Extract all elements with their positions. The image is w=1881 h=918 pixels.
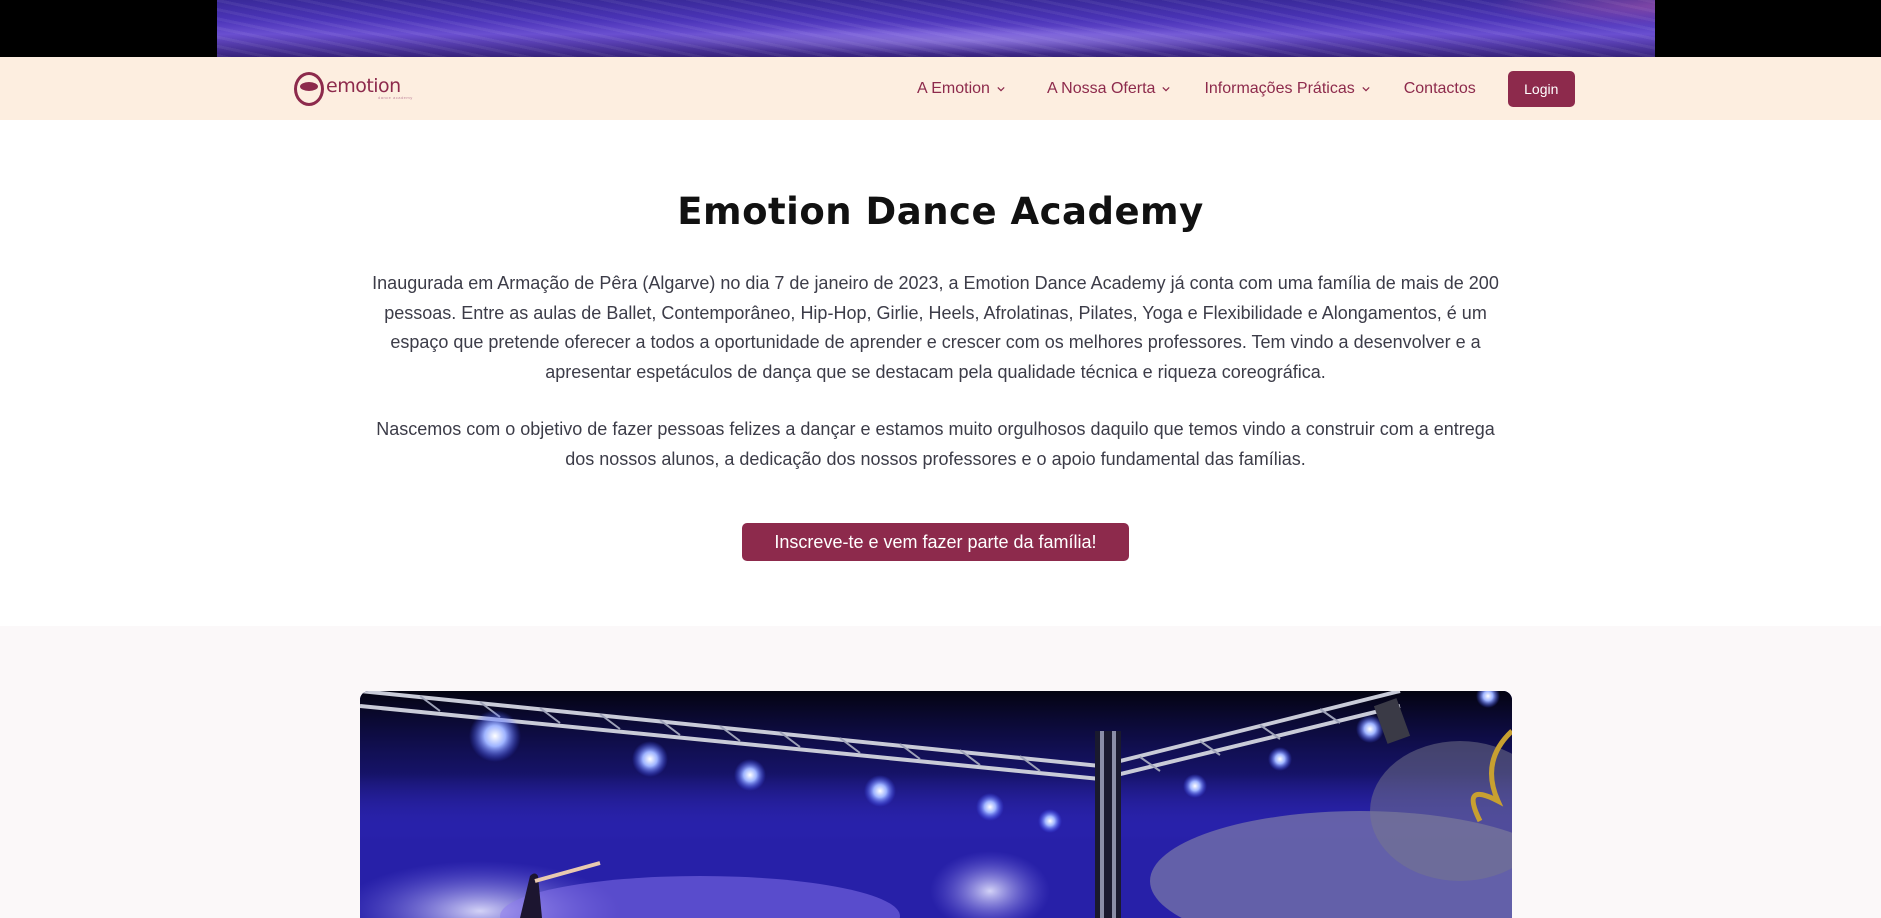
nav-item-label: Informações Práticas — [1204, 79, 1355, 97]
logo[interactable]: emotion — [294, 70, 419, 108]
stage-illustration — [360, 691, 1512, 918]
intro-paragraph: Inaugurada em Armação de Pêra (Algarve) … — [372, 273, 1499, 382]
nav-item-informacoes-praticas[interactable]: Informações Práticas — [1204, 79, 1370, 98]
chevron-down-icon — [1362, 86, 1370, 91]
main-nav: A Emotion A Nossa Oferta Informações Prá… — [917, 57, 1575, 120]
hero-image — [217, 0, 1655, 57]
nav-item-a-nossa-oferta[interactable]: A Nossa Oferta — [1047, 80, 1171, 98]
nav-item-label: A Emotion — [917, 79, 990, 97]
mission-paragraph: Nascemos com o objetivo de fazer pessoas… — [376, 419, 1495, 469]
nav-item-contactos[interactable]: Contactos — [1404, 80, 1476, 98]
chevron-down-icon — [1162, 86, 1171, 91]
logo-icon — [294, 72, 324, 106]
login-button[interactable]: Login — [1507, 70, 1575, 107]
page-title: Emotion Dance Academy — [677, 190, 1204, 233]
nav-item-label: Contactos — [1403, 79, 1476, 97]
stage-photo — [360, 691, 1512, 918]
chevron-down-icon — [997, 86, 1005, 91]
hero-banner — [0, 0, 1881, 57]
nav-item-label: A Nossa Oferta — [1046, 79, 1156, 97]
logo-subtext: dance academy — [378, 95, 413, 100]
nav-item-a-emotion[interactable]: A Emotion — [917, 80, 1005, 98]
signup-button[interactable]: Inscreve-te e vem fazer parte da família… — [742, 523, 1129, 561]
logo-text: emotion — [326, 74, 401, 97]
